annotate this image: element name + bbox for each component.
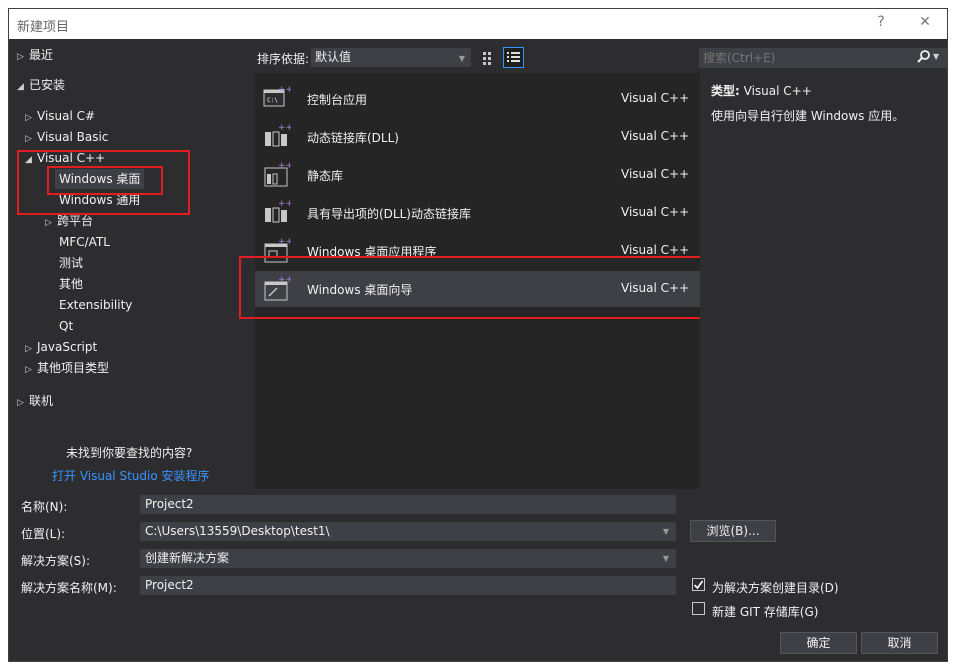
dll-icon: ++ — [263, 122, 293, 152]
title-bar: 新建项目 ? ✕ — [9, 9, 947, 39]
tree-online[interactable]: ▷ 联机 — [17, 391, 53, 411]
tree-recent[interactable]: ▷ 最近 — [17, 45, 53, 65]
svg-text:++: ++ — [278, 161, 291, 171]
tree-windows-universal[interactable]: Windows 通用 — [59, 190, 140, 210]
sort-label: 排序依据: — [257, 52, 310, 66]
create-directory-checkbox[interactable] — [692, 578, 705, 591]
template-lang: Visual C++ — [621, 205, 690, 219]
template-list: C:\++ 控制台应用 Visual C++ ++ 动态链接库(DLL) Vis… — [255, 73, 700, 489]
template-row[interactable]: C:\++ 控制台应用 Visual C++ — [255, 81, 700, 117]
cancel-button[interactable]: 取消 — [861, 632, 938, 654]
template-name: 静态库 — [307, 169, 344, 183]
svg-text:++: ++ — [278, 123, 291, 133]
name-label: 名称(N): — [21, 500, 68, 514]
chevron-down-icon[interactable]: ▼ — [663, 523, 669, 540]
tree-qt[interactable]: Qt — [59, 316, 73, 336]
sort-dropdown[interactable]: 默认值 ▼ — [311, 48, 471, 67]
tree-visual-cpp[interactable]: ◢ Visual C++ — [25, 148, 105, 168]
solution-name-field[interactable]: Project2 — [140, 576, 676, 595]
location-label: 位置(L): — [21, 527, 66, 541]
svg-text:C:\: C:\ — [267, 97, 278, 104]
solution-dropdown[interactable]: 创建新解决方案 ▼ — [140, 549, 676, 568]
search-input[interactable] — [699, 48, 917, 68]
template-name: Windows 桌面向导 — [307, 283, 413, 297]
search-box[interactable]: ▼ — [699, 48, 947, 68]
tree-cross-platform[interactable]: ▷ 跨平台 — [45, 211, 93, 231]
name-field[interactable]: Project2 — [140, 495, 676, 514]
template-description: 使用向导自行创建 Windows 应用。 — [711, 109, 905, 123]
template-name: 动态链接库(DLL) — [307, 131, 399, 145]
template-lang: Visual C++ — [621, 91, 690, 105]
collapsed-arrow-icon: ▷ — [17, 52, 24, 62]
location-field[interactable]: C:\Users\13559\Desktop\test1\ ▼ — [140, 522, 676, 541]
tree-windows-desktop[interactable]: Windows 桌面 — [55, 169, 145, 189]
svg-text:++: ++ — [278, 275, 291, 285]
tree-visual-csharp[interactable]: ▷ Visual C# — [25, 106, 95, 126]
solution-value: 创建新解决方案 — [145, 551, 230, 565]
solution-name-label: 解决方案名称(M): — [21, 581, 117, 595]
console-app-icon: C:\++ — [263, 84, 293, 114]
tree-mfc-atl[interactable]: MFC/ATL — [59, 232, 110, 252]
location-value: C:\Users\13559\Desktop\test1\ — [145, 524, 330, 538]
dll-export-icon: ++ — [263, 198, 293, 228]
tree-javascript[interactable]: ▷ JavaScript — [25, 337, 97, 357]
tree-other-project-types[interactable]: ▷ 其他项目类型 — [25, 358, 109, 378]
template-lang: Visual C++ — [621, 243, 690, 257]
svg-text:++: ++ — [278, 199, 291, 209]
collapsed-arrow-icon: ▷ — [25, 113, 32, 123]
open-installer-link[interactable]: 打开 Visual Studio 安装程序 — [52, 467, 210, 484]
list-view-icon[interactable] — [503, 47, 524, 68]
static-lib-icon: ++ — [263, 160, 293, 190]
ok-button[interactable]: 确定 — [780, 632, 857, 654]
expanded-arrow-icon: ◢ — [17, 82, 24, 92]
template-row[interactable]: ++ Windows 桌面应用程序 Visual C++ — [255, 233, 700, 269]
template-row[interactable]: ++ 具有导出项的(DLL)动态链接库 Visual C++ — [255, 195, 700, 231]
template-lang: Visual C++ — [621, 281, 690, 295]
template-lang: Visual C++ — [621, 129, 690, 143]
svg-text:++: ++ — [278, 237, 291, 247]
desktop-app-icon: ++ — [263, 236, 293, 266]
type-label: 类型: — [711, 84, 740, 98]
tree-installed[interactable]: ◢ 已安装 — [17, 75, 65, 95]
create-git-checkbox[interactable] — [692, 602, 705, 615]
tree-other[interactable]: 其他 — [59, 274, 83, 294]
collapsed-arrow-icon: ▷ — [25, 344, 32, 354]
details-panel: 类型: Visual C++ 使用向导自行创建 Windows 应用。 — [700, 73, 947, 489]
collapsed-arrow-icon: ▷ — [45, 218, 52, 228]
chevron-down-icon[interactable]: ▼ — [933, 52, 939, 61]
template-name: 具有导出项的(DLL)动态链接库 — [307, 207, 471, 221]
type-value: Visual C++ — [743, 84, 812, 98]
sort-value: 默认值 — [315, 50, 352, 64]
create-directory-label[interactable]: 为解决方案创建目录(D) — [712, 579, 839, 596]
create-git-label[interactable]: 新建 GIT 存储库(G) — [712, 603, 818, 620]
template-name: 控制台应用 — [307, 93, 368, 107]
dialog-title: 新建项目 — [17, 20, 70, 35]
template-row[interactable]: ++ Windows 桌面向导 Visual C++ — [255, 271, 700, 307]
help-button[interactable]: ? — [871, 14, 891, 30]
collapsed-arrow-icon: ▷ — [17, 398, 24, 408]
grid-view-icon[interactable] — [479, 48, 498, 67]
template-row[interactable]: ++ 动态链接库(DLL) Visual C++ — [255, 119, 700, 155]
chevron-down-icon: ▼ — [458, 54, 465, 63]
svg-text:++: ++ — [278, 85, 291, 95]
new-project-dialog: 新建项目 ? ✕ ▷ 最近 ◢ 已安装 ▷ Visual C# ▷ Visual Bas… — [8, 8, 948, 662]
collapsed-arrow-icon: ▷ — [25, 134, 32, 144]
collapsed-arrow-icon: ▷ — [25, 365, 32, 375]
checkmark-icon — [693, 580, 704, 590]
tree-visual-basic[interactable]: ▷ Visual Basic — [25, 127, 108, 147]
template-name: Windows 桌面应用程序 — [307, 245, 437, 259]
browse-button[interactable]: 浏览(B)... — [690, 520, 776, 542]
type-line: 类型: Visual C++ — [711, 82, 812, 99]
template-lang: Visual C++ — [621, 167, 690, 181]
expanded-arrow-icon: ◢ — [25, 155, 32, 165]
solution-label: 解决方案(S): — [21, 554, 91, 568]
search-icon[interactable] — [917, 50, 931, 67]
desktop-wizard-icon: ++ — [263, 274, 293, 304]
tree-extensibility[interactable]: Extensibility — [59, 295, 132, 315]
chevron-down-icon[interactable]: ▼ — [663, 550, 669, 567]
tree-test[interactable]: 测试 — [59, 253, 83, 273]
close-button[interactable]: ✕ — [915, 14, 935, 30]
not-found-text: 未找到你要查找的内容? — [66, 446, 193, 460]
template-row[interactable]: ++ 静态库 Visual C++ — [255, 157, 700, 193]
